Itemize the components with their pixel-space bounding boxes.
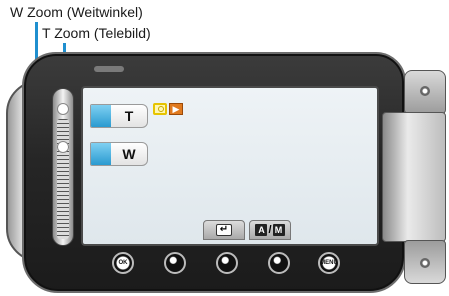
- zoom-tele-label: T: [124, 108, 134, 124]
- screw-icon: [420, 258, 430, 268]
- screw-icon: [420, 86, 430, 96]
- touch-button-3[interactable]: [216, 252, 238, 274]
- touch-button-2[interactable]: [164, 252, 186, 274]
- hinge-bottom: [404, 240, 446, 284]
- auto-manual-icon: A / M: [255, 224, 285, 236]
- return-button[interactable]: ↵: [203, 220, 245, 240]
- hinge-bar: [382, 112, 446, 242]
- still-camera-icon: [153, 103, 167, 115]
- auto-manual-button[interactable]: A / M: [249, 220, 291, 240]
- zoom-wide-button[interactable]: W: [90, 142, 148, 166]
- touch-button-4[interactable]: [268, 252, 290, 274]
- zoom-tele-button[interactable]: T: [90, 104, 148, 128]
- video-camera-icon: ▶: [169, 103, 183, 115]
- mode-icons: ▶: [153, 103, 183, 115]
- zoom-wide-accent: [91, 143, 111, 165]
- auto-manual-separator: /: [268, 224, 272, 236]
- lcd-hinge: [382, 70, 446, 284]
- return-icon: ↵: [216, 224, 232, 236]
- lcd-screen: T ▶ W ↵ A / M: [81, 86, 379, 246]
- hinge-top: [404, 70, 446, 114]
- ok-button[interactable]: OK: [112, 252, 134, 274]
- touch-button-row: OK MENU: [112, 252, 342, 276]
- auto-mode-label: A: [255, 224, 268, 236]
- zoom-slider-ridges: [57, 119, 69, 239]
- w-zoom-callout-label: W Zoom (Weitwinkel): [10, 4, 143, 20]
- zoom-tele-accent: [91, 105, 111, 127]
- frame-tab: [94, 66, 124, 72]
- camera-body: T ▶ W ↵ A / M OK MENU: [4, 52, 446, 293]
- manual-mode-label: M: [272, 224, 285, 236]
- zoom-wide-label: W: [122, 146, 136, 162]
- zoom-slider-wide-spot[interactable]: [57, 141, 69, 153]
- menu-button[interactable]: MENU: [318, 252, 340, 274]
- zoom-slider-tele-spot[interactable]: [57, 103, 69, 115]
- zoom-slider[interactable]: [52, 88, 74, 246]
- t-zoom-callout-label: T Zoom (Telebild): [42, 25, 151, 41]
